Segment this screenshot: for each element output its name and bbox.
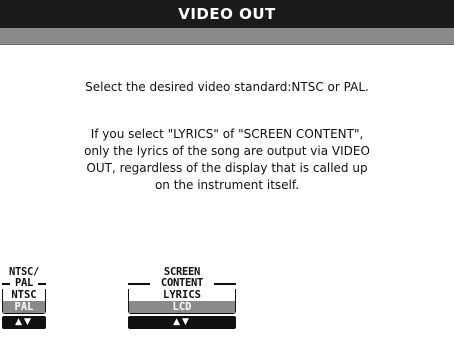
lyrics-note-line: If you select "LYRICS" of "SCREEN CONTEN… xyxy=(90,127,364,141)
header-band xyxy=(0,28,454,45)
ntsc-pal-title-row: PAL xyxy=(2,278,46,289)
page-title: VIDEO OUT xyxy=(0,0,454,28)
option-pal-selected[interactable]: PAL xyxy=(3,301,45,313)
bracket-line-right xyxy=(214,283,236,285)
lyrics-note-line: OUT, regardless of the display that is c… xyxy=(86,161,368,175)
option-lyrics[interactable]: LYRICS xyxy=(129,289,235,301)
ntsc-pal-control[interactable]: NTSC/ PAL NTSC PAL ▲▼ xyxy=(2,267,46,329)
up-down-arrows-icon[interactable]: ▲▼ xyxy=(128,316,236,329)
instruction-text: Select the desired video standard:NTSC o… xyxy=(85,80,369,94)
video-out-screen: VIDEO OUT Select the desired video stand… xyxy=(0,0,454,338)
option-ntsc[interactable]: NTSC xyxy=(3,289,45,301)
bracket-line-right xyxy=(38,283,46,285)
up-down-arrows-icon[interactable]: ▲▼ xyxy=(2,316,46,329)
option-lcd-selected[interactable]: LCD xyxy=(129,301,235,313)
screen-content-title-row: CONTENT xyxy=(128,278,236,289)
screen-content-control[interactable]: SCREEN CONTENT LYRICS LCD ▲▼ xyxy=(128,267,236,329)
ntsc-pal-options[interactable]: NTSC PAL xyxy=(2,289,46,314)
lyrics-note-line: only the lyrics of the song are output v… xyxy=(84,144,370,158)
lyrics-note-line: on the instrument itself. xyxy=(154,178,300,192)
screen-content-options[interactable]: LYRICS LCD xyxy=(128,289,236,314)
lyrics-note: If you select "LYRICS" of "SCREEN CONTEN… xyxy=(70,126,384,194)
